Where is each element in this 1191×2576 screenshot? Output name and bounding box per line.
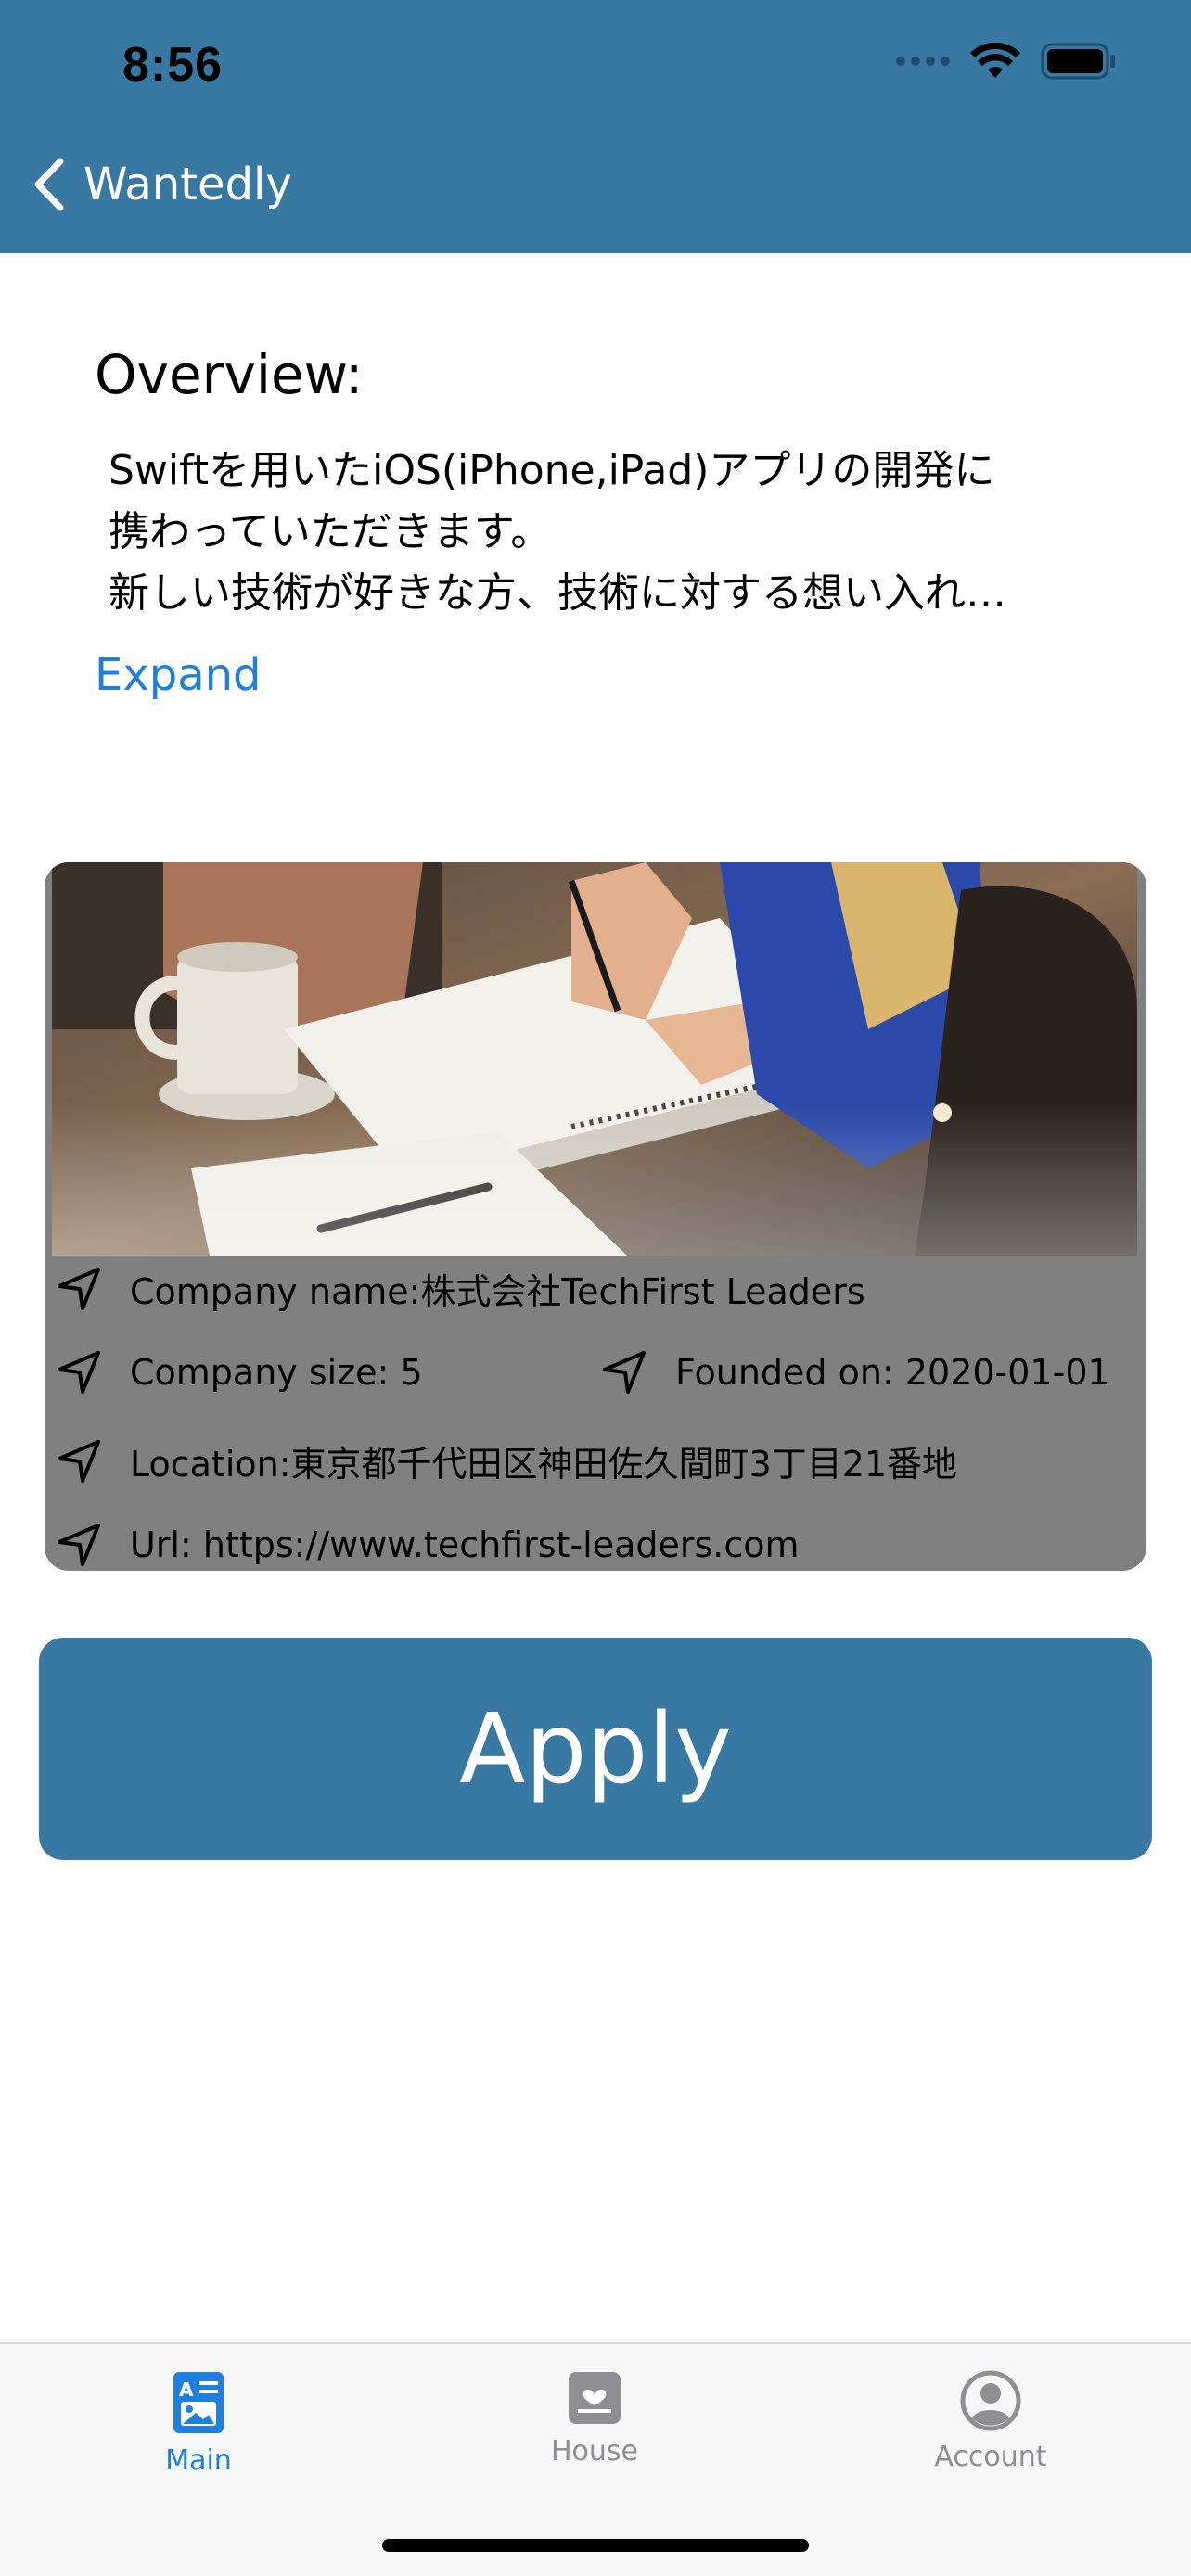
- company-name-row: Company name:株式会社TechFirst Leaders: [56, 1263, 865, 1314]
- tab-main-label: Main: [165, 2444, 232, 2477]
- tab-account-label: Account: [934, 2441, 1047, 2473]
- navigation-header: 8:56 Wantedly: [0, 0, 1191, 253]
- back-button-label: Wantedly: [83, 159, 292, 210]
- status-bar-icons: [896, 43, 1117, 80]
- founded-on-row: Founded on: 2020-01-01: [601, 1349, 1110, 1396]
- apply-button-label: Apply: [459, 1692, 732, 1805]
- home-indicator: [382, 2539, 809, 2552]
- tab-house-label: House: [550, 2435, 638, 2468]
- location-arrow-icon: [58, 1439, 100, 1483]
- company-size-row: Company size: 5: [56, 1349, 423, 1396]
- location-arrow-icon: [58, 1524, 100, 1566]
- overview-line: 携わっていただきます。: [109, 508, 552, 555]
- svg-text:A: A: [179, 2378, 194, 2401]
- company-name: Company name:株式会社TechFirst Leaders: [130, 1271, 865, 1312]
- location-row: Location:東京都千代田区神田佐久間町3丁目21番地: [56, 1435, 957, 1486]
- wifi-icon: [970, 43, 1020, 78]
- back-button[interactable]: Wantedly: [32, 158, 292, 211]
- location-arrow-icon: [603, 1351, 646, 1394]
- expand-button[interactable]: Expand: [95, 649, 262, 701]
- company-url[interactable]: Url: https://www.techfirst-leaders.com: [130, 1524, 800, 1565]
- location-arrow-icon: [58, 1267, 100, 1310]
- cellular-signal-icon: [896, 57, 950, 66]
- main-tab-icon: A: [173, 2372, 224, 2433]
- tab-account[interactable]: Account: [870, 2370, 1111, 2473]
- tab-main[interactable]: A Main: [78, 2370, 319, 2477]
- battery-icon: [1041, 43, 1115, 80]
- company-location: Location:東京都千代田区神田佐久間町3丁目21番地: [130, 1444, 958, 1485]
- chevron-left-icon: [34, 158, 64, 211]
- company-photo: [52, 862, 1137, 1256]
- company-info-card: Company name:株式会社TechFirst Leaders Compa…: [45, 862, 1146, 1571]
- overview-line: 新しい技術が好きな方、技術に対する想い入れ…: [109, 569, 1006, 617]
- status-bar-time: 8:56: [122, 38, 224, 92]
- account-tab-icon: [960, 2370, 1021, 2431]
- overview-description: Swiftを用いたiOS(iPhone,iPad)アプリの開発に 携わっていただ…: [109, 440, 1101, 624]
- overview-title: Overview:: [95, 343, 364, 406]
- overview-line: Swiftを用いたiOS(iPhone,iPad)アプリの開発に: [109, 447, 995, 494]
- founded-on: Founded on: 2020-01-01: [675, 1352, 1110, 1393]
- house-tab-icon: [569, 2372, 621, 2424]
- url-row: Url: https://www.techfirst-leaders.com: [56, 1522, 800, 1568]
- tab-house[interactable]: House: [474, 2370, 715, 2468]
- apply-button[interactable]: Apply: [39, 1638, 1152, 1860]
- location-arrow-icon: [58, 1351, 100, 1394]
- company-size: Company size: 5: [130, 1352, 423, 1393]
